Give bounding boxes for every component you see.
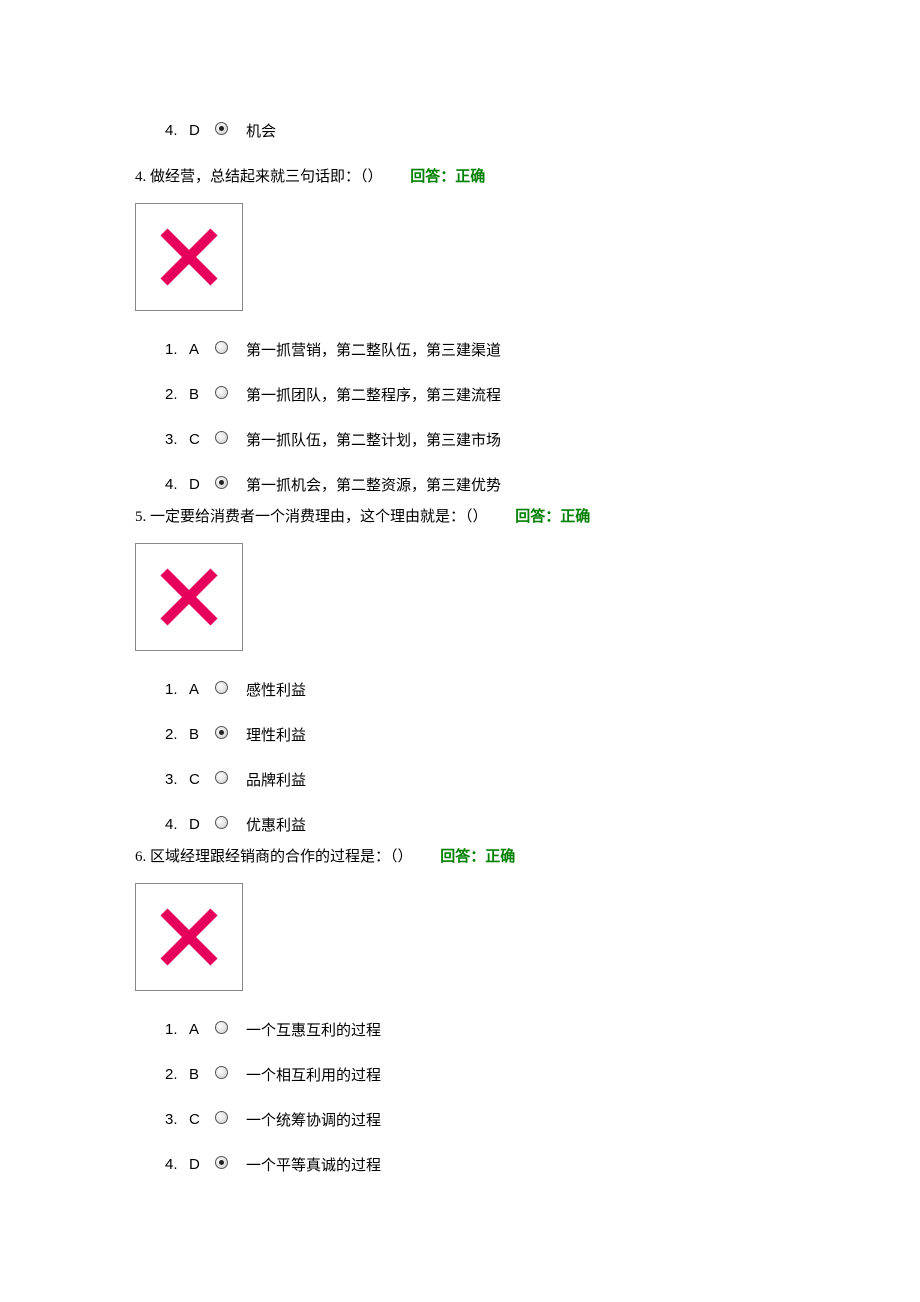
radio-icon[interactable] bbox=[215, 341, 228, 354]
option-row: 1. A 一个互惠互利的过程 bbox=[165, 1019, 785, 1040]
option-letter: A bbox=[189, 1021, 215, 1038]
option-number: 1. bbox=[165, 341, 189, 358]
option-number: 3. bbox=[165, 431, 189, 448]
option-text: 理性利益 bbox=[246, 724, 306, 745]
option-number: 2. bbox=[165, 1066, 189, 1083]
option-number: 2. bbox=[165, 386, 189, 403]
option-text: 第一抓团队，第二整程序，第三建流程 bbox=[246, 384, 501, 405]
radio-selected-icon[interactable] bbox=[215, 1156, 228, 1169]
option-letter: A bbox=[189, 341, 215, 358]
option-text: 一个相互利用的过程 bbox=[246, 1064, 381, 1085]
question-5-line: 5. 一定要给消费者一个消费理由，这个理由就是：（） 回答：正确 bbox=[135, 505, 785, 529]
option-row: 4. D 第一抓机会，第二整资源，第三建优势 bbox=[165, 474, 785, 495]
option-letter: D bbox=[189, 1156, 215, 1173]
radio-icon[interactable] bbox=[215, 431, 228, 444]
option-text: 一个互惠互利的过程 bbox=[246, 1019, 381, 1040]
option-letter: C bbox=[189, 1111, 215, 1128]
radio-icon[interactable] bbox=[215, 681, 228, 694]
option-row: 2. B 第一抓团队，第二整程序，第三建流程 bbox=[165, 384, 785, 405]
radio-selected-icon[interactable] bbox=[215, 476, 228, 489]
option-number: 4. bbox=[165, 816, 189, 833]
option-number: 1. bbox=[165, 681, 189, 698]
option-row: 2. B 一个相互利用的过程 bbox=[165, 1064, 785, 1085]
option-text: 优惠利益 bbox=[246, 814, 306, 835]
option-row: 4. D 优惠利益 bbox=[165, 814, 785, 835]
radio-icon[interactable] bbox=[215, 1066, 228, 1079]
option-number: 3. bbox=[165, 1111, 189, 1128]
radio-icon[interactable] bbox=[215, 386, 228, 399]
question-text: 做经营，总结起来就三句话即：（） bbox=[150, 169, 383, 185]
option-letter: C bbox=[189, 771, 215, 788]
question-number: 5. bbox=[135, 509, 146, 525]
image-placeholder bbox=[135, 883, 243, 991]
option-letter: C bbox=[189, 431, 215, 448]
option-text: 第一抓队伍，第二整计划，第三建市场 bbox=[246, 429, 501, 450]
radio-icon[interactable] bbox=[215, 1021, 228, 1034]
option-row: 4. D 一个平等真诚的过程 bbox=[165, 1154, 785, 1175]
option-row: 4. D 机会 bbox=[165, 120, 785, 141]
option-number: 4. bbox=[165, 122, 189, 139]
question-number: 6. bbox=[135, 849, 146, 865]
option-row: 3. C 品牌利益 bbox=[165, 769, 785, 790]
option-row: 2. B 理性利益 bbox=[165, 724, 785, 745]
option-letter: B bbox=[189, 1066, 215, 1083]
option-text: 一个平等真诚的过程 bbox=[246, 1154, 381, 1175]
option-letter: D bbox=[189, 122, 215, 139]
cross-icon bbox=[154, 902, 224, 972]
question-6-line: 6. 区域经理跟经销商的合作的过程是：（） 回答：正确 bbox=[135, 845, 785, 869]
option-number: 1. bbox=[165, 1021, 189, 1038]
radio-icon[interactable] bbox=[215, 1111, 228, 1124]
image-placeholder bbox=[135, 543, 243, 651]
option-row: 1. A 感性利益 bbox=[165, 679, 785, 700]
question-number: 4. bbox=[135, 169, 146, 185]
radio-selected-icon[interactable] bbox=[215, 726, 228, 739]
feedback-label: 回答：正确 bbox=[440, 849, 515, 865]
cross-icon bbox=[154, 222, 224, 292]
radio-icon[interactable] bbox=[215, 816, 228, 829]
radio-selected-icon[interactable] bbox=[215, 122, 228, 135]
option-number: 4. bbox=[165, 1156, 189, 1173]
option-letter: B bbox=[189, 726, 215, 743]
feedback-label: 回答：正确 bbox=[515, 509, 590, 525]
option-row: 3. C 一个统筹协调的过程 bbox=[165, 1109, 785, 1130]
option-letter: D bbox=[189, 816, 215, 833]
question-4-line: 4. 做经营，总结起来就三句话即：（） 回答：正确 bbox=[135, 165, 785, 189]
option-row: 3. C 第一抓队伍，第二整计划，第三建市场 bbox=[165, 429, 785, 450]
option-letter: B bbox=[189, 386, 215, 403]
image-placeholder bbox=[135, 203, 243, 311]
option-text: 感性利益 bbox=[246, 679, 306, 700]
option-row: 1. A 第一抓营销，第二整队伍，第三建渠道 bbox=[165, 339, 785, 360]
option-number: 4. bbox=[165, 476, 189, 493]
option-text: 第一抓营销，第二整队伍，第三建渠道 bbox=[246, 339, 501, 360]
radio-icon[interactable] bbox=[215, 771, 228, 784]
option-text: 第一抓机会，第二整资源，第三建优势 bbox=[246, 474, 501, 495]
option-text: 品牌利益 bbox=[246, 769, 306, 790]
feedback-label: 回答：正确 bbox=[410, 169, 485, 185]
option-text: 机会 bbox=[246, 120, 276, 141]
question-text: 一定要给消费者一个消费理由，这个理由就是：（） bbox=[150, 509, 488, 525]
question-text: 区域经理跟经销商的合作的过程是：（） bbox=[150, 849, 413, 865]
option-number: 3. bbox=[165, 771, 189, 788]
cross-icon bbox=[154, 562, 224, 632]
option-letter: D bbox=[189, 476, 215, 493]
option-text: 一个统筹协调的过程 bbox=[246, 1109, 381, 1130]
option-number: 2. bbox=[165, 726, 189, 743]
page: 4. D 机会 4. 做经营，总结起来就三句话即：（） 回答：正确 1. A 第… bbox=[0, 0, 920, 1289]
option-letter: A bbox=[189, 681, 215, 698]
